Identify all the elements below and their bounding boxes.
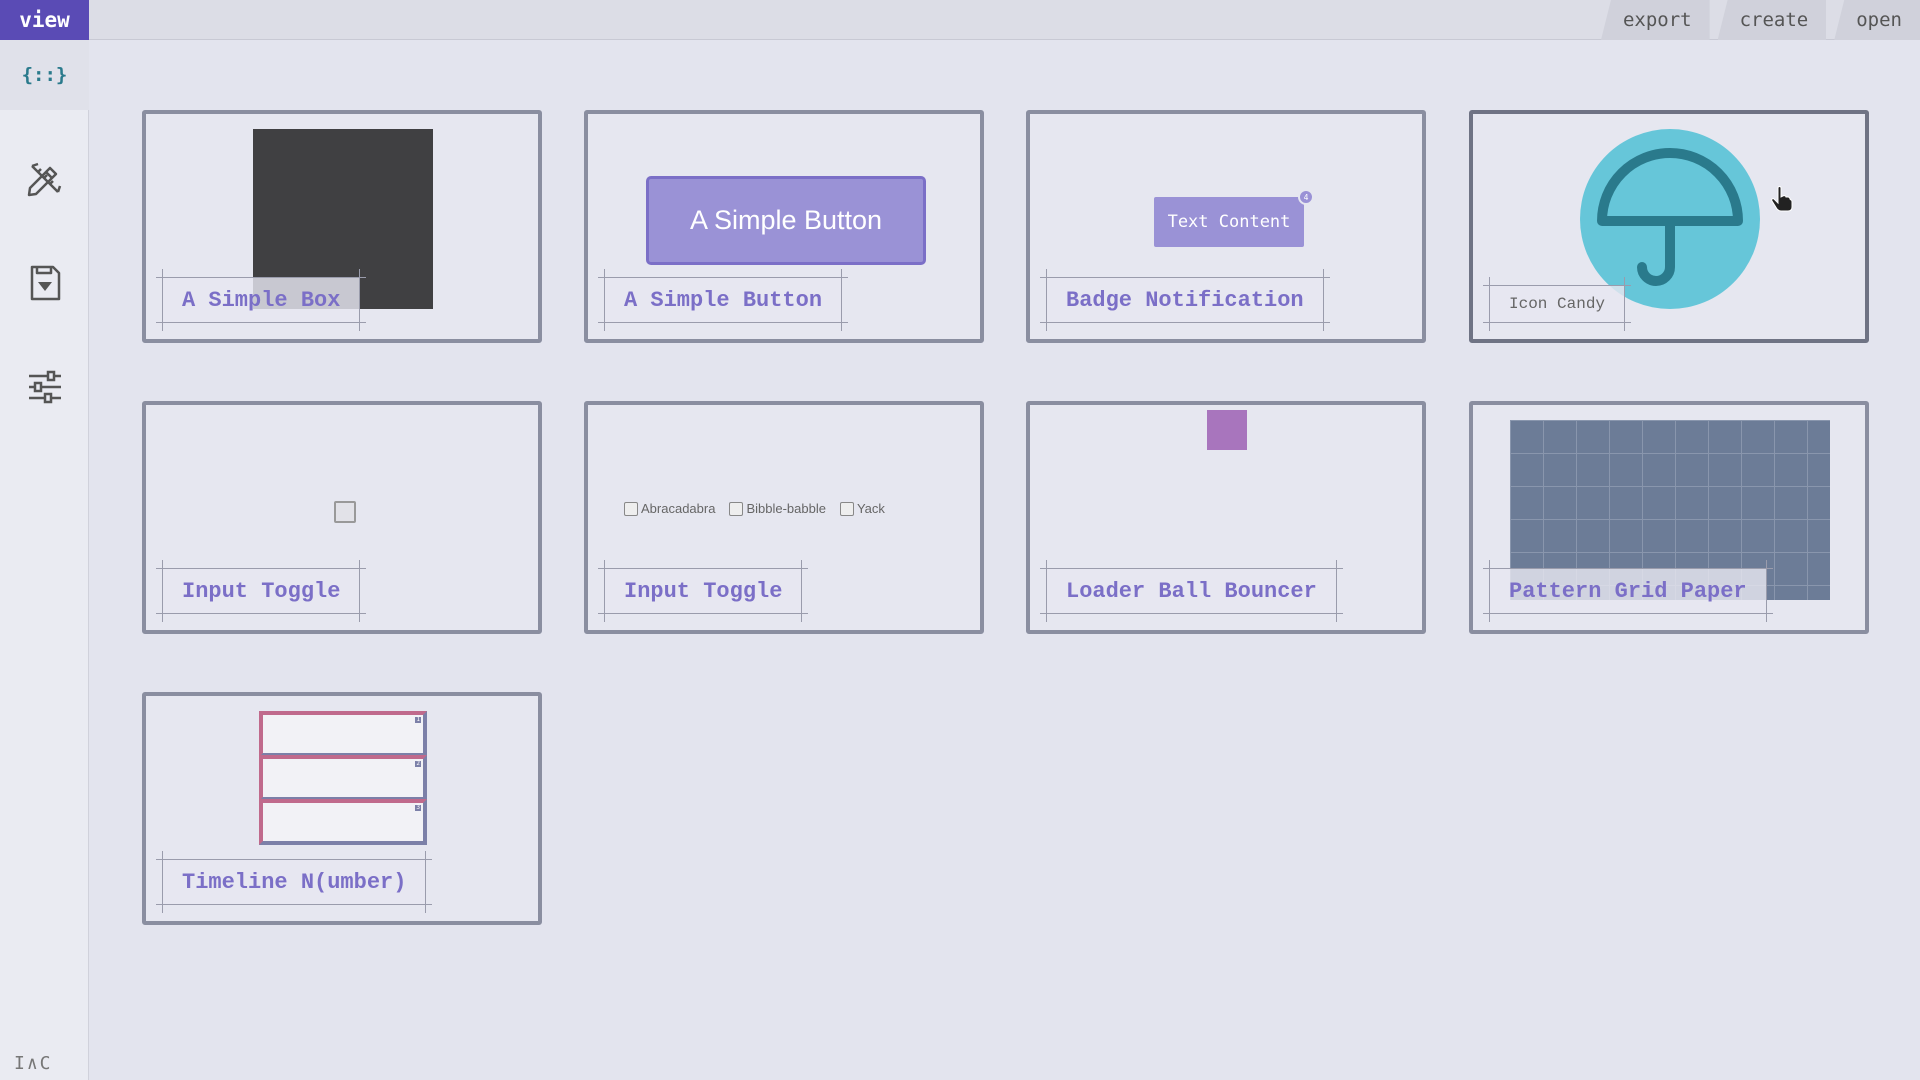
card-label: Input Toggle: [597, 560, 809, 622]
edit-pencil-ruler-icon[interactable]: [24, 158, 66, 200]
card-label: Icon Candy: [1482, 277, 1632, 331]
checkbox-icon[interactable]: [839, 501, 854, 516]
checkbox-option[interactable]: Abracadabra: [624, 501, 715, 516]
card-simple-button[interactable]: A Simple Button A Simple Button: [584, 110, 984, 343]
sidebar: {::} I∧C: [0, 40, 89, 1080]
card-simple-box[interactable]: A Simple Box: [142, 110, 542, 343]
logo[interactable]: {::}: [0, 40, 89, 110]
loader-square-preview: [1207, 410, 1247, 450]
checkbox-icon[interactable]: [624, 501, 638, 516]
simple-button-preview[interactable]: A Simple Button: [646, 176, 926, 265]
checkbox-group: Abracadabra Bibble-babble Yack: [624, 501, 885, 516]
card-input-toggle-group[interactable]: Abracadabra Bibble-babble Yack Input Tog…: [584, 401, 984, 634]
checkbox-icon[interactable]: [729, 501, 744, 516]
logo-text: {::}: [21, 64, 68, 86]
card-timeline-number[interactable]: 1 2 3 Timeline N(umber): [142, 692, 542, 925]
card-label: Loader Ball Bouncer: [1040, 560, 1343, 622]
checkbox-option[interactable]: Yack: [839, 501, 885, 516]
notification-badge: 4: [1298, 189, 1314, 205]
card-label: Pattern Grid Paper: [1483, 560, 1773, 622]
timeline-item: 2: [259, 755, 427, 801]
card-label: Badge Notification: [1040, 269, 1330, 331]
sliders-icon[interactable]: [24, 366, 66, 408]
hand-pointer-icon: [1771, 186, 1793, 212]
top-actions: export create open: [1593, 0, 1920, 40]
card-loader-ball-bouncer[interactable]: Loader Ball Bouncer: [1026, 401, 1426, 634]
view-button[interactable]: view: [0, 0, 89, 40]
export-button[interactable]: export: [1600, 0, 1710, 40]
timeline-item: 3: [259, 799, 427, 845]
card-input-toggle[interactable]: Input Toggle: [142, 401, 542, 634]
open-button[interactable]: open: [1834, 0, 1920, 40]
create-button[interactable]: create: [1717, 0, 1827, 40]
card-label: Timeline N(umber): [155, 851, 433, 913]
badge-button-preview[interactable]: Text Content: [1154, 197, 1304, 247]
card-label: A Simple Button: [597, 269, 849, 331]
card-badge-notification[interactable]: Text Content 4 Badge Notification: [1026, 110, 1426, 343]
toggle-checkbox[interactable]: [334, 501, 356, 523]
save-download-icon[interactable]: [24, 262, 66, 304]
card-label: Input Toggle: [155, 560, 367, 622]
checkbox-option[interactable]: Bibble-babble: [729, 501, 826, 516]
umbrella-icon: [1597, 148, 1743, 286]
card-pattern-grid-paper[interactable]: Pattern Grid Paper: [1469, 401, 1869, 634]
card-icon-candy[interactable]: Icon Candy: [1469, 110, 1869, 343]
bottom-logo-mark: I∧C: [14, 1053, 53, 1074]
timeline-item: 1: [259, 711, 427, 757]
top-bar: view export create open: [0, 0, 1920, 40]
card-label: A Simple Box: [155, 269, 367, 331]
